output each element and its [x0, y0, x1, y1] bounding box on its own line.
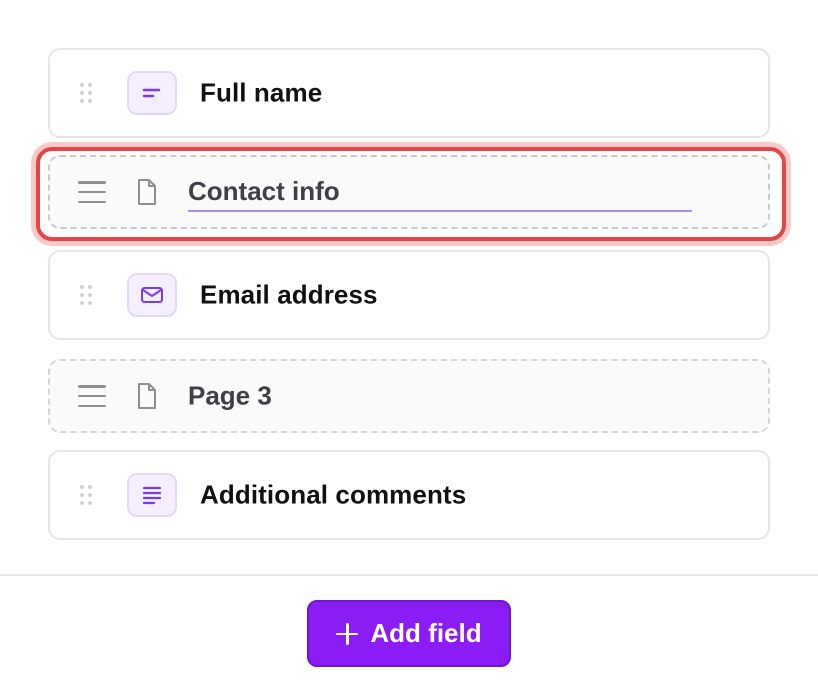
short-text-icon — [127, 71, 177, 115]
field-label: Full name — [200, 77, 323, 108]
field-card-full-name[interactable]: Full name — [48, 48, 770, 138]
long-text-icon — [127, 473, 177, 517]
drag-handle-icon[interactable] — [78, 181, 106, 203]
page-title-input[interactable] — [188, 172, 692, 212]
field-card-additional-comments[interactable]: Additional comments — [48, 450, 770, 540]
drag-handle-icon[interactable] — [78, 385, 106, 407]
drag-grip-icon[interactable] — [80, 485, 92, 505]
add-field-button[interactable]: Add field — [307, 600, 511, 667]
drag-grip-icon[interactable] — [80, 83, 92, 103]
document-icon — [138, 383, 156, 409]
add-field-label: Add field — [370, 618, 482, 648]
drag-grip-icon[interactable] — [80, 285, 92, 305]
page-break-contact-info[interactable] — [36, 147, 786, 241]
page-label: Page 3 — [188, 380, 272, 411]
field-label: Additional comments — [200, 479, 467, 510]
plus-icon — [336, 622, 359, 645]
document-icon — [138, 179, 156, 205]
envelope-icon — [127, 273, 177, 317]
field-label: Email address — [200, 279, 378, 310]
field-card-email-address[interactable]: Email address — [48, 250, 770, 340]
footer-divider — [0, 574, 818, 576]
page-break-page-3[interactable]: Page 3 — [48, 359, 770, 433]
